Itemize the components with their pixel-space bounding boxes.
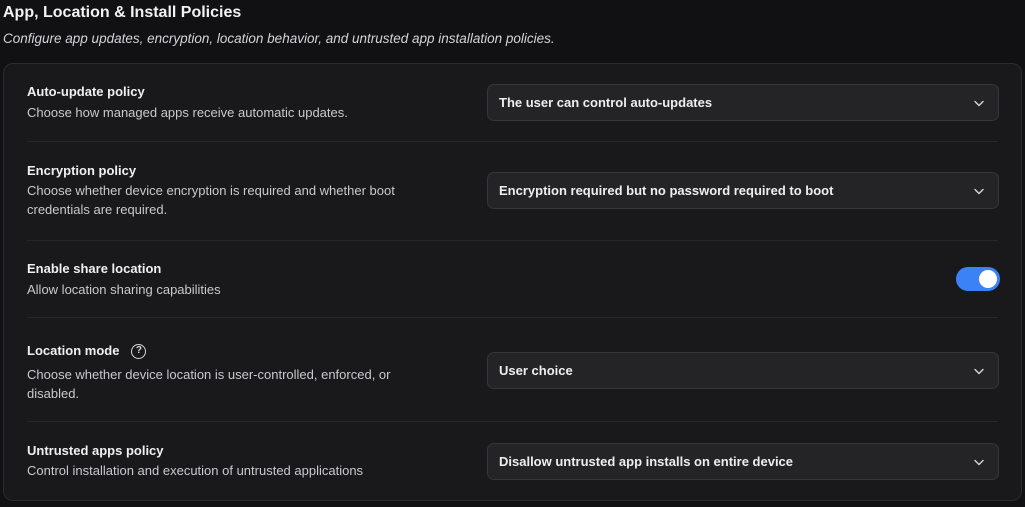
select-value: Encryption required but no password requ… xyxy=(499,183,834,198)
page-header: App, Location & Install Policies Configu… xyxy=(3,3,555,47)
chevron-down-icon xyxy=(974,459,984,465)
page-subtitle: Configure app updates, encryption, locat… xyxy=(3,31,555,46)
setting-title: Auto-update policy xyxy=(27,84,145,99)
setting-row-untrusted-apps: Untrusted apps policy Control installati… xyxy=(27,422,999,502)
setting-row-auto-update: Auto-update policy Choose how managed ap… xyxy=(27,64,999,142)
setting-description: Choose whether device encryption is requ… xyxy=(27,183,395,217)
select-value: The user can control auto-updates xyxy=(499,95,713,110)
setting-row-location-mode: Location mode ? Choose whether device lo… xyxy=(27,318,999,422)
setting-description: Allow location sharing capabilities xyxy=(27,282,221,297)
setting-title: Location mode xyxy=(27,343,120,358)
setting-row-share-location: Enable share location Allow location sha… xyxy=(27,241,1000,318)
setting-title: Untrusted apps policy xyxy=(27,443,164,458)
question-circle-icon[interactable]: ? xyxy=(131,343,147,359)
setting-title: Enable share location xyxy=(27,261,162,276)
setting-description: Choose how managed apps receive automati… xyxy=(27,105,348,120)
untrusted-apps-policy-select[interactable]: Disallow untrusted app installs on entir… xyxy=(487,443,999,480)
setting-row-encryption: Encryption policy Choose whether device … xyxy=(27,142,999,241)
setting-title: Encryption policy xyxy=(27,163,137,178)
auto-update-policy-select[interactable]: The user can control auto-updates xyxy=(487,84,999,121)
setting-description: Choose whether device location is user-c… xyxy=(27,367,391,401)
encryption-policy-select[interactable]: Encryption required but no password requ… xyxy=(487,172,999,209)
chevron-down-icon xyxy=(974,188,984,194)
setting-title-row: Location mode ? xyxy=(27,343,147,359)
select-value: User choice xyxy=(499,363,573,378)
toggle-knob xyxy=(979,270,997,288)
setting-description: Control installation and execution of un… xyxy=(27,463,364,478)
share-location-toggle[interactable] xyxy=(956,267,1000,291)
page-title: App, Location & Install Policies xyxy=(3,4,242,21)
settings-card: Auto-update policy Choose how managed ap… xyxy=(3,63,1022,501)
location-mode-select[interactable]: User choice xyxy=(487,352,999,389)
chevron-down-icon xyxy=(974,368,984,374)
select-value: Disallow untrusted app installs on entir… xyxy=(499,454,794,469)
chevron-down-icon xyxy=(974,100,984,106)
